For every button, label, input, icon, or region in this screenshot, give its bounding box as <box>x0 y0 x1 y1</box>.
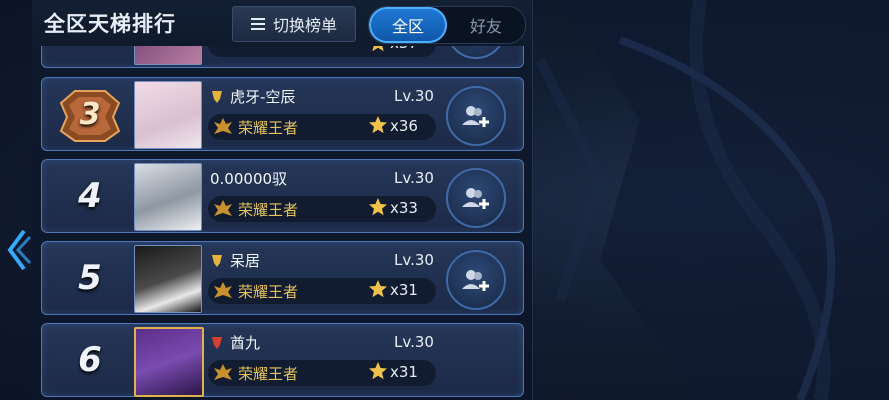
star-icon <box>369 198 387 216</box>
title-badge-icon <box>212 336 222 349</box>
title-badge-icon <box>212 90 222 103</box>
table-row: 4 0.00000驭 Lv.30 荣耀王者 x33 <box>41 159 524 233</box>
star-icon <box>369 116 387 134</box>
rank-cell: 4 <box>50 164 130 228</box>
avatar[interactable] <box>134 163 202 231</box>
switch-leaderboard-button[interactable]: 切换榜单 <box>232 6 356 42</box>
star-count: x31 <box>390 363 418 381</box>
player-level: Lv.30 <box>394 169 434 187</box>
player-level: Lv.30 <box>394 87 434 105</box>
avatar[interactable] <box>134 327 204 397</box>
table-row: 5 呆居 Lv.30 荣耀王者 x31 <box>41 241 524 315</box>
list-icon <box>250 18 265 30</box>
star-count: x36 <box>390 117 418 135</box>
rank-number: 6 <box>78 340 102 380</box>
tab-friends[interactable]: 好友 <box>447 7 525 43</box>
rank-number: 4 <box>78 176 102 216</box>
tier-badge-icon <box>214 364 232 380</box>
player-level: Lv.30 <box>394 251 434 269</box>
tier-badge-icon <box>214 118 232 134</box>
add-friend-icon <box>462 270 489 291</box>
rank-number: 5 <box>78 258 102 298</box>
tier-badge-icon <box>214 282 232 298</box>
tier-label: 荣耀王者 <box>238 201 299 219</box>
add-friend-icon <box>462 188 489 209</box>
player-name: 呆居 <box>230 252 261 270</box>
switch-leaderboard-label: 切换榜单 <box>272 16 337 35</box>
star-icon <box>369 362 387 380</box>
avatar[interactable] <box>134 245 202 313</box>
player-name: 0.00000驭 <box>210 170 288 188</box>
header: 全区天梯排行 切换榜单 全区 好友 <box>32 0 532 46</box>
player-name: 虎牙-空辰 <box>230 88 296 106</box>
player-level: Lv.30 <box>394 333 434 351</box>
rank-cell: 6 <box>50 328 130 392</box>
star-count: x31 <box>390 281 418 299</box>
title-badge-icon <box>212 254 222 267</box>
tier-badge-icon <box>214 200 232 216</box>
rank-cell: 5 <box>50 246 130 310</box>
rank-medal: 3 <box>50 82 130 146</box>
tier-label: 荣耀王者 <box>238 365 299 383</box>
tier-label: 荣耀王者 <box>238 119 299 137</box>
tier-label: 荣耀王者 <box>238 283 299 301</box>
chevron-left-icon[interactable] <box>4 225 32 275</box>
star-icon <box>369 280 387 298</box>
avatar[interactable] <box>134 81 202 149</box>
table-row: 3 虎牙-空辰 Lv.30 荣耀王者 x36 <box>41 77 524 151</box>
add-friend-button[interactable] <box>446 168 506 228</box>
scope-tabs: 全区 好友 <box>368 6 526 44</box>
star-count: x33 <box>390 199 418 217</box>
add-friend-icon <box>462 106 489 127</box>
table-row: 6 酋九 Lv.30 荣耀王者 x31 <box>41 323 524 397</box>
rank-number: 3 <box>79 96 101 132</box>
add-friend-button[interactable] <box>446 86 506 146</box>
add-friend-button[interactable] <box>446 250 506 310</box>
page-title: 全区天梯排行 <box>44 12 176 36</box>
tab-all-region[interactable]: 全区 <box>369 7 447 43</box>
player-name: 酋九 <box>230 334 261 352</box>
